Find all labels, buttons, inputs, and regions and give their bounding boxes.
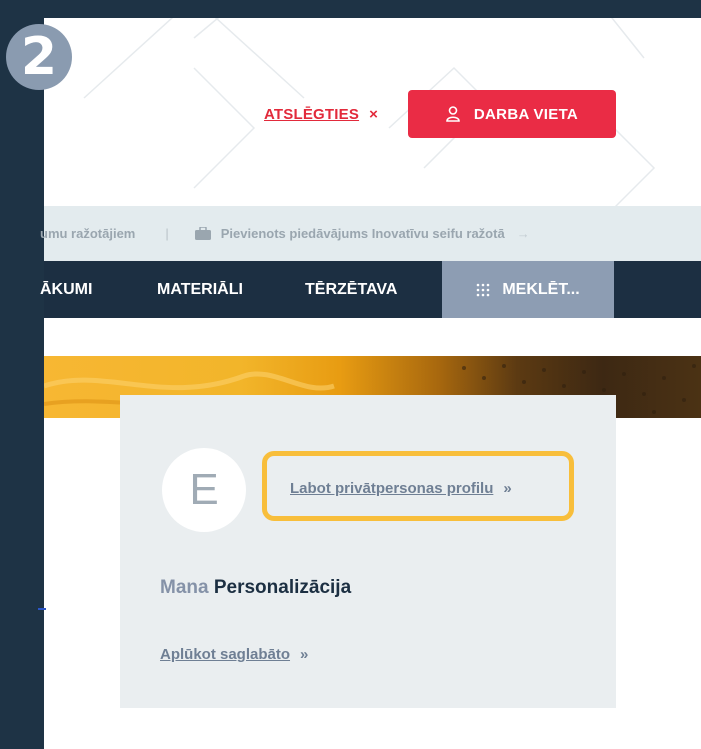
logout-close-icon[interactable]: ×: [369, 106, 378, 123]
nav-search-label: MEKLĒT...: [502, 280, 580, 298]
avatar: E: [162, 448, 246, 532]
title-light-part: Mana: [160, 577, 209, 598]
workplace-button-label: DARBA VIETA: [473, 105, 579, 123]
ticker-item-2[interactable]: Pievienots piedāvājums Inovatīvu seifu r…: [221, 226, 505, 241]
grid-dots-icon: [477, 283, 490, 296]
outer-frame-top: [0, 0, 701, 18]
view-saved-label: Aplūkot saglabāto: [160, 646, 291, 663]
partial-left-link[interactable]: [38, 594, 46, 610]
workplace-button[interactable]: DARBA VIETA: [408, 90, 616, 138]
edit-profile-label: Labot privātpersonas profilu: [290, 480, 494, 497]
outer-frame-left: [0, 0, 44, 749]
ticker-item-1[interactable]: umu ražotājiem: [40, 226, 135, 241]
nav-search-button[interactable]: MEKLĒT...: [442, 261, 614, 318]
personalization-title: Mana Personalizācija: [160, 577, 351, 599]
user-icon: [446, 106, 460, 122]
briefcase-icon: [194, 227, 211, 240]
logout-link[interactable]: ATSLĒGTIES: [264, 106, 359, 123]
header-actions: ATSLĒGTIES ×: [264, 90, 378, 138]
double-chevron-right-icon: »: [300, 646, 309, 663]
nav-item-terzetava[interactable]: TĒRZĒTAVA: [305, 261, 397, 318]
profile-card: E Labot privātpersonas profilu » Mana Per…: [120, 395, 616, 708]
news-ticker: umu ražotājiem | Pievienots piedāvājums …: [40, 206, 701, 261]
nav-item-materiali[interactable]: MATERIĀLI: [157, 261, 243, 318]
view-saved-link[interactable]: Aplūkot saglabāto »: [160, 646, 308, 663]
ticker-arrow-icon[interactable]: →: [517, 226, 530, 241]
ticker-separator: |: [165, 226, 169, 241]
nav-item-akumi[interactable]: ĀKUMI: [40, 261, 92, 318]
main-navbar: ĀKUMI MATERIĀLI TĒRZĒTAVA MEKLĒT...: [40, 261, 701, 318]
edit-profile-link[interactable]: Labot privātpersonas profilu »: [290, 480, 512, 497]
title-dark-part: Personalizācija: [213, 577, 352, 598]
double-chevron-right-icon: »: [503, 480, 512, 497]
step-number-badge: 2: [6, 24, 72, 90]
